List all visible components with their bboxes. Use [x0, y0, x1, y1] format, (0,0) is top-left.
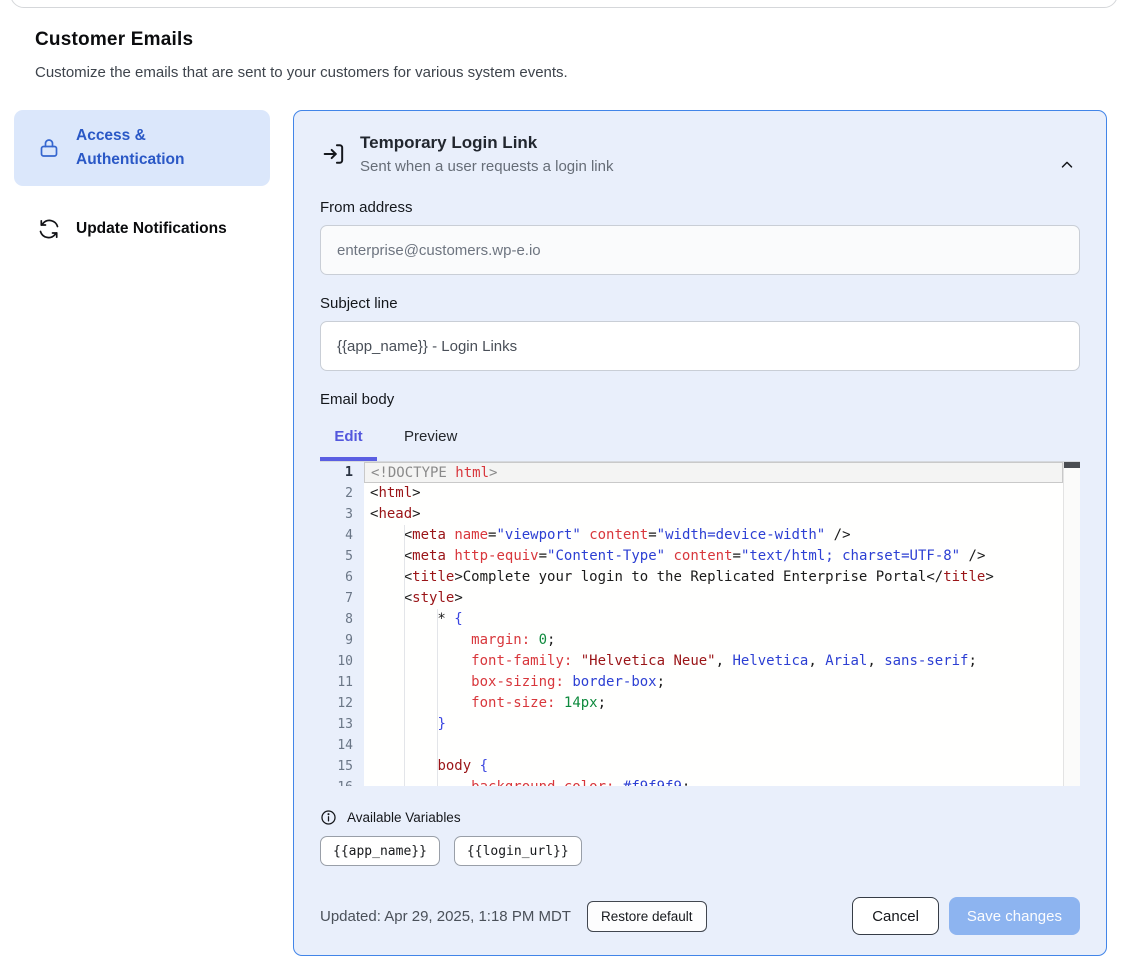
code-line[interactable]: <meta http-equiv="Content-Type" content=… — [364, 546, 1080, 567]
email-body-tabs: Edit Preview — [320, 428, 1080, 461]
login-icon — [320, 140, 348, 168]
info-icon — [320, 809, 337, 826]
tab-preview[interactable]: Preview — [377, 428, 481, 461]
page-subtitle: Customize the emails that are sent to yo… — [35, 64, 935, 81]
line-number: 4 — [320, 525, 364, 546]
available-variables-label: Available Variables — [347, 810, 461, 825]
line-number: 9 — [320, 630, 364, 651]
chevron-up-icon — [1058, 156, 1076, 177]
code-line[interactable]: <meta name="viewport" content="width=dev… — [364, 525, 1080, 546]
previous-card-edge — [10, 0, 1118, 8]
code-line[interactable]: box-sizing: border-box; — [364, 672, 1080, 693]
line-number: 7 — [320, 588, 364, 609]
line-number: 8 — [320, 609, 364, 630]
email-body-label: Email body — [320, 391, 1080, 408]
subject-line-label: Subject line — [320, 295, 1080, 312]
card-header-text: Temporary Login Link Sent when a user re… — [360, 133, 613, 175]
line-number: 10 — [320, 651, 364, 672]
line-number: 6 — [320, 567, 364, 588]
from-address-label: From address — [320, 199, 1080, 216]
code-editor-content[interactable]: <!DOCTYPE html><html><head> <meta name="… — [364, 462, 1080, 786]
code-editor-gutter: 12345678910111213141516 — [320, 462, 364, 786]
code-line[interactable]: font-family: "Helvetica Neue", Helvetica… — [364, 651, 1080, 672]
variable-chips: {{app_name}} {{login_url}} — [320, 836, 1080, 866]
restore-default-button[interactable]: Restore default — [587, 901, 707, 932]
code-line[interactable]: <html> — [364, 483, 1080, 504]
variable-chip-app-name[interactable]: {{app_name}} — [320, 836, 440, 866]
cancel-button[interactable]: Cancel — [852, 897, 939, 935]
sidebar-item-label: Access & Authentication — [76, 124, 216, 172]
sidebar-item-access-authentication[interactable]: Access & Authentication — [14, 110, 270, 186]
indent-guide — [437, 609, 438, 786]
line-number: 16 — [320, 777, 364, 786]
line-number: 12 — [320, 693, 364, 714]
card-footer: Updated: Apr 29, 2025, 1:18 PM MDT Resto… — [320, 897, 1080, 935]
code-line[interactable]: margin: 0; — [364, 630, 1080, 651]
line-number: 3 — [320, 504, 364, 525]
code-line[interactable]: body { — [364, 756, 1080, 777]
line-number: 15 — [320, 756, 364, 777]
code-line[interactable]: <head> — [364, 504, 1080, 525]
lock-icon — [37, 136, 61, 160]
line-number: 2 — [320, 483, 364, 504]
from-address-input[interactable] — [320, 225, 1080, 275]
available-variables-row: Available Variables — [320, 809, 1080, 826]
template-subtitle: Sent when a user requests a login link — [360, 158, 613, 175]
editor-scrollbar-thumb[interactable] — [1064, 462, 1080, 468]
line-number: 13 — [320, 714, 364, 735]
code-line[interactable]: font-size: 14px; — [364, 693, 1080, 714]
template-title: Temporary Login Link — [360, 133, 613, 153]
email-template-card: Temporary Login Link Sent when a user re… — [293, 110, 1107, 956]
code-line[interactable]: <!DOCTYPE html> — [364, 462, 1063, 483]
code-line[interactable] — [364, 735, 1080, 756]
page-title: Customer Emails — [35, 29, 935, 51]
sidebar-item-update-notifications[interactable]: Update Notifications — [14, 203, 270, 255]
line-number: 1 — [320, 462, 364, 483]
line-number: 5 — [320, 546, 364, 567]
line-number: 11 — [320, 672, 364, 693]
updated-timestamp: Updated: Apr 29, 2025, 1:18 PM MDT — [320, 908, 571, 925]
sidebar: Access & Authentication Update Notificat… — [14, 110, 270, 255]
sidebar-item-label: Update Notifications — [76, 217, 227, 241]
code-line[interactable]: <title>Complete your login to the Replic… — [364, 567, 1080, 588]
code-line[interactable]: * { — [364, 609, 1080, 630]
code-editor[interactable]: 12345678910111213141516 <!DOCTYPE html><… — [320, 461, 1080, 786]
tab-edit[interactable]: Edit — [320, 428, 377, 461]
refresh-icon — [37, 217, 61, 241]
save-changes-button[interactable]: Save changes — [949, 897, 1080, 935]
collapse-button[interactable] — [1056, 155, 1078, 177]
code-line[interactable]: <style> — [364, 588, 1080, 609]
subject-line-input[interactable] — [320, 321, 1080, 371]
page-header: Customer Emails Customize the emails tha… — [35, 29, 935, 81]
card-header: Temporary Login Link Sent when a user re… — [320, 133, 1080, 175]
indent-guide — [404, 525, 405, 786]
editor-scrollbar[interactable] — [1063, 462, 1080, 786]
code-line[interactable]: } — [364, 714, 1080, 735]
code-line[interactable]: background-color: #f9f9f9; — [364, 777, 1080, 786]
line-number: 14 — [320, 735, 364, 756]
variable-chip-login-url[interactable]: {{login_url}} — [454, 836, 582, 866]
